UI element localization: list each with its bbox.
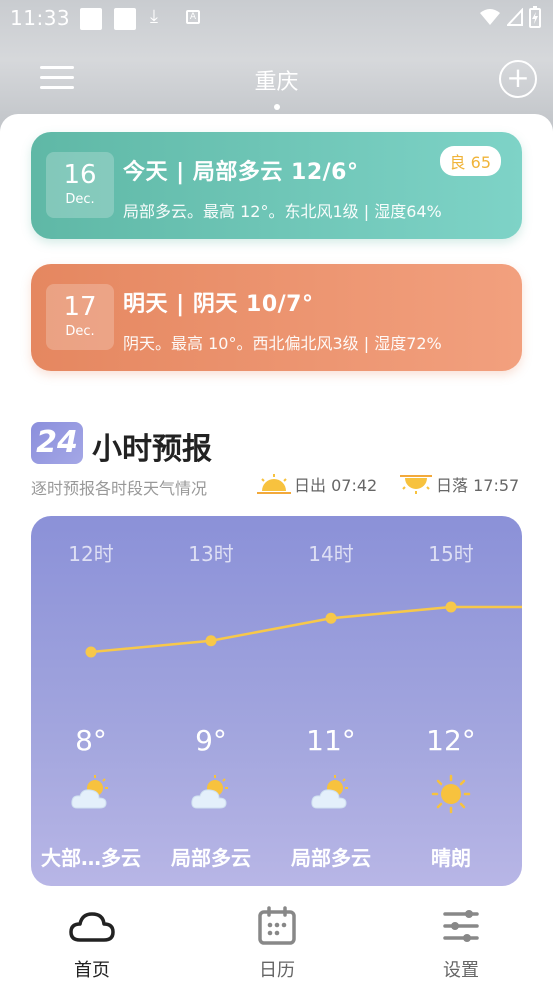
day-description: 局部多云。最高 12°。东北风1级 | 湿度64% [123, 202, 442, 221]
nav-calendar[interactable]: 日历 [217, 890, 337, 982]
top-header: 重庆 + [0, 40, 553, 116]
trend-point [85, 646, 97, 658]
partly-cloudy-icon [71, 775, 108, 809]
hour-time: 12时 [68, 542, 114, 566]
status-time: 11:33 [10, 6, 71, 30]
hour-condition: 局部多云 [291, 846, 371, 870]
trend-point [325, 612, 337, 624]
hour-time: 15时 [428, 542, 474, 566]
date-day: 17 [63, 292, 97, 322]
nav-label: 设置 [443, 960, 479, 981]
download-icon: ⤓ [150, 6, 158, 27]
settings-sliders-icon [443, 910, 479, 942]
calendar-icon [258, 906, 296, 945]
temperature-trend-line [85, 601, 522, 658]
app-notification-icon [114, 8, 136, 30]
hour-time: 13时 [188, 542, 234, 566]
hour-condition: 大部…多云 [41, 846, 141, 870]
day-description: 阴天。最高 10°。西北偏北风3级 | 湿度72% [123, 334, 442, 353]
tomorrow-card[interactable]: 17 Dec. 明天 | 阴天 10/7° 阴天。最高 10°。西北偏北风3级 … [31, 264, 522, 371]
trend-line [90, 605, 522, 654]
hours-badge: 24 [31, 422, 83, 464]
hour-temp: 9° [195, 724, 227, 757]
today-card[interactable]: 16 Dec. 今天 | 局部多云 12/6° 局部多云。最高 12°。东北风1… [31, 132, 522, 239]
nav-label: 首页 [74, 960, 110, 981]
date-box: 17 Dec. [46, 284, 114, 350]
date-month: Dec. [65, 192, 95, 207]
date-day: 16 [63, 160, 97, 190]
hour-time: 14时 [308, 542, 354, 566]
section-title: 小时预报 [92, 432, 212, 467]
hour-temp: 8° [75, 724, 107, 757]
city-title[interactable]: 重庆 [0, 64, 553, 96]
nav-settings[interactable]: 设置 [401, 890, 521, 982]
nav-label: 日历 [259, 960, 295, 981]
signal-icon [507, 8, 523, 26]
sunset-time: 日落 17:57 [436, 476, 520, 495]
partly-cloudy-icon [311, 775, 348, 809]
day-title: 明天 | 阴天 10/7° [123, 292, 314, 317]
page-indicator [274, 104, 280, 110]
hour-condition: 局部多云 [171, 846, 251, 870]
add-circle-icon: + [506, 61, 530, 94]
sunrise-icon [257, 474, 291, 494]
cloud-icon [69, 912, 115, 942]
add-city-button[interactable]: + [499, 60, 537, 98]
hour-temp: 11° [306, 724, 356, 757]
date-box: 16 Dec. [46, 152, 114, 218]
hour-condition: 晴朗 [431, 846, 471, 870]
date-month: Dec. [65, 324, 95, 339]
status-bar: 11:33 ⤓ A [0, 0, 553, 38]
sunrise-time: 日出 07:42 [294, 476, 378, 495]
aqi-badge[interactable]: 良 65 [439, 146, 501, 176]
bottom-navigation: 首页 日历 设置 [0, 890, 553, 984]
day-title: 今天 | 局部多云 12/6° [123, 160, 359, 185]
sunset-info: 日落 17:57 [398, 472, 519, 496]
a-icon: A [186, 10, 200, 24]
section-subtitle: 逐时预报各时段天气情况 [31, 479, 208, 498]
app-notification-icon [80, 8, 102, 30]
trend-point [445, 601, 457, 613]
hourly-forecast-panel[interactable]: 12时 13时 14时 15时 8° 9° 11° 12° 大部…多云 局部多云… [31, 516, 522, 886]
battery-charging-icon [529, 6, 541, 28]
nav-home[interactable]: 首页 [32, 890, 152, 982]
partly-cloudy-icon [191, 775, 228, 809]
wifi-icon [480, 9, 500, 25]
sunset-icon [400, 475, 432, 494]
sunrise-info: 日出 07:42 [256, 472, 377, 496]
sunny-icon [431, 774, 471, 814]
hour-temp: 12° [426, 724, 476, 757]
trend-point [205, 635, 217, 647]
